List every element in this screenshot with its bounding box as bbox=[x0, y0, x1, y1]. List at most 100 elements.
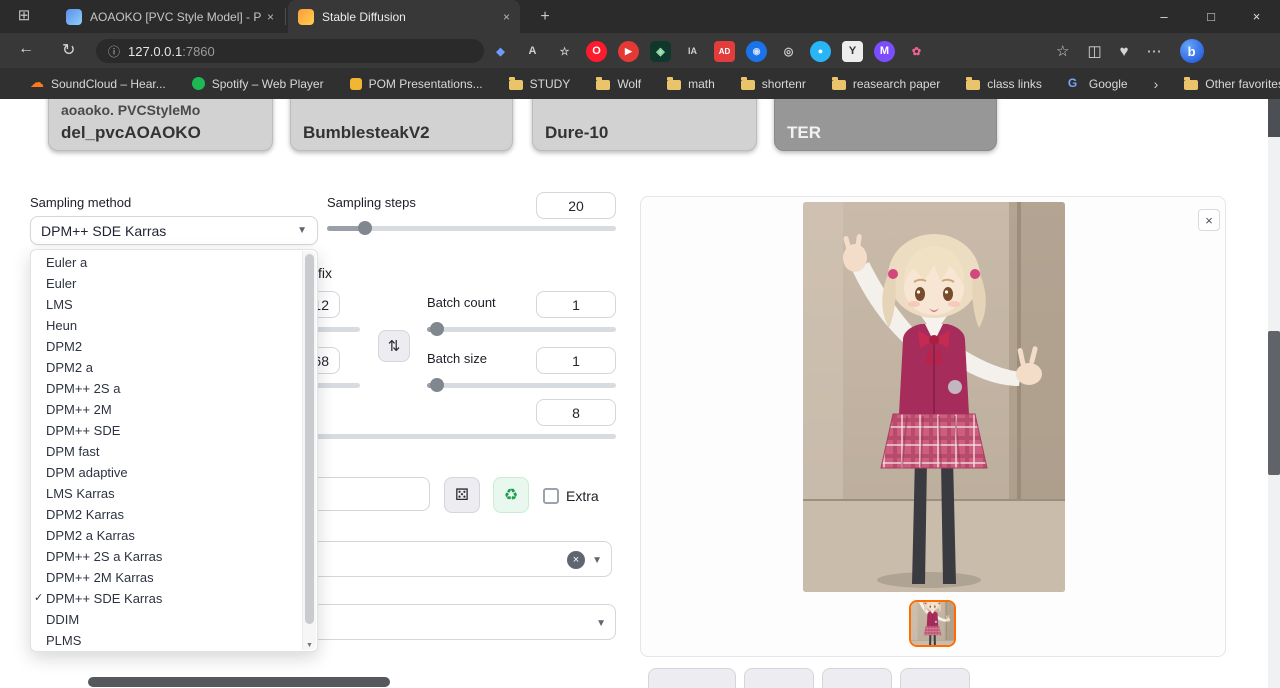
option-dpmpp-2s-a-karras[interactable]: DPM++ 2S a Karras bbox=[31, 546, 317, 567]
window-maximize-button[interactable]: □ bbox=[1188, 0, 1234, 33]
batch-count-slider[interactable] bbox=[427, 327, 616, 332]
dropdown-scrollbar[interactable]: ▼ bbox=[302, 251, 316, 650]
option-dpmpp-2m-karras[interactable]: DPM++ 2M Karras bbox=[31, 567, 317, 588]
gallery-action-button[interactable] bbox=[648, 668, 736, 688]
new-tab-button[interactable]: + bbox=[534, 6, 556, 28]
star-extension-icon[interactable]: ☆ bbox=[554, 41, 575, 62]
tab-close-icon[interactable]: × bbox=[503, 10, 510, 24]
option-dpm2-karras[interactable]: DPM2 Karras bbox=[31, 504, 317, 525]
browser-tab-stable-diffusion[interactable]: Stable Diffusion × bbox=[288, 0, 520, 33]
batch-size-input[interactable]: 1 bbox=[536, 347, 616, 374]
bookmark-folder-wolf[interactable]: Wolf bbox=[596, 77, 641, 91]
essentials-icon[interactable]: ♥ bbox=[1120, 43, 1129, 60]
gallery-thumbnail-selected[interactable] bbox=[909, 600, 956, 647]
bookmark-folder-class-links[interactable]: class links bbox=[966, 77, 1042, 91]
option-dpmpp-2s-a[interactable]: DPM++ 2S a bbox=[31, 378, 317, 399]
tab-switcher-icon[interactable]: ⊞ bbox=[14, 6, 34, 26]
pin-extension-icon[interactable]: ◎ bbox=[778, 41, 799, 62]
dark-extension-icon[interactable]: ◈ bbox=[650, 41, 671, 62]
extra-label[interactable]: Extra bbox=[566, 488, 599, 504]
refresh-button[interactable]: ↻ bbox=[62, 40, 75, 60]
option-dpmpp-sde-karras-selected[interactable]: ✓ DPM++ SDE Karras bbox=[31, 588, 317, 609]
option-dpmpp-2m[interactable]: DPM++ 2M bbox=[31, 399, 317, 420]
option-dpm-adaptive[interactable]: DPM adaptive bbox=[31, 462, 317, 483]
sampling-method-dropdown[interactable]: DPM++ SDE Karras ▼ bbox=[30, 216, 318, 245]
extra-seed-checkbox[interactable] bbox=[543, 488, 559, 504]
clear-styles-icon[interactable]: × bbox=[567, 551, 585, 569]
option-euler-a[interactable]: Euler a bbox=[31, 252, 317, 273]
m-extension-icon[interactable]: M bbox=[874, 41, 895, 62]
bookmark-google[interactable]: Google bbox=[1068, 77, 1128, 91]
play-extension-icon[interactable]: ▶ bbox=[618, 41, 639, 62]
model-card-dure-10[interactable]: Dure-10 bbox=[532, 99, 757, 151]
option-dpm2[interactable]: DPM2 bbox=[31, 336, 317, 357]
spotify-icon bbox=[192, 77, 205, 90]
batch-count-input[interactable]: 1 bbox=[536, 291, 616, 318]
option-plms[interactable]: PLMS bbox=[31, 630, 317, 651]
tag-extension-icon[interactable]: ◆ bbox=[490, 41, 511, 62]
gallery-action-button[interactable] bbox=[822, 668, 892, 688]
random-seed-button[interactable]: ⚄ bbox=[444, 477, 480, 513]
option-euler[interactable]: Euler bbox=[31, 273, 317, 294]
flower-extension-icon[interactable]: ✿ bbox=[906, 41, 927, 62]
cyan-extension-icon[interactable]: ● bbox=[810, 41, 831, 62]
bookmark-folder-study[interactable]: STUDY bbox=[509, 77, 571, 91]
a-extension-icon[interactable]: A bbox=[522, 41, 543, 62]
horizontal-scrollbar-thumb[interactable] bbox=[88, 677, 390, 687]
split-screen-icon[interactable]: ◫ bbox=[1087, 42, 1101, 60]
opera-extension-icon[interactable]: O bbox=[586, 41, 607, 62]
generated-image[interactable] bbox=[803, 202, 1065, 592]
slider-handle[interactable] bbox=[358, 221, 372, 235]
bookmark-folder-shortenr[interactable]: shortenr bbox=[741, 77, 806, 91]
option-lms-karras[interactable]: LMS Karras bbox=[31, 483, 317, 504]
bookmark-spotify[interactable]: Spotify – Web Player bbox=[192, 77, 324, 91]
option-dpm2-a-karras[interactable]: DPM2 a Karras bbox=[31, 525, 317, 546]
y-extension-icon[interactable]: Y bbox=[842, 41, 863, 62]
window-close-button[interactable]: × bbox=[1233, 0, 1280, 33]
slider-handle[interactable] bbox=[430, 322, 444, 336]
bookmarks-overflow-chevron[interactable]: › bbox=[1154, 76, 1159, 92]
scroll-down-arrow-icon[interactable]: ▼ bbox=[303, 642, 316, 649]
hires-fix-label[interactable]: fix bbox=[318, 265, 332, 281]
window-minimize-button[interactable]: – bbox=[1141, 0, 1187, 33]
slider-handle[interactable] bbox=[430, 378, 444, 392]
tab-close-icon[interactable]: × bbox=[267, 10, 274, 24]
option-heun[interactable]: Heun bbox=[31, 315, 317, 336]
blue-circle-extension-icon[interactable]: ◉ bbox=[746, 41, 767, 62]
sampling-steps-input[interactable]: 20 bbox=[536, 192, 616, 219]
profile-avatar[interactable]: b bbox=[1180, 39, 1204, 63]
reuse-seed-button[interactable]: ♻ bbox=[493, 477, 529, 513]
swap-dimensions-button[interactable]: ⇅ bbox=[378, 330, 410, 362]
address-bar[interactable]: ⓘ 127.0.0.1 :7860 bbox=[96, 39, 484, 63]
option-dpmpp-sde[interactable]: DPM++ SDE bbox=[31, 420, 317, 441]
browser-tab-aoaoko[interactable]: AOAOKO [PVC Style Model] - PV... × bbox=[56, 0, 284, 33]
model-card-ter[interactable]: TER bbox=[774, 99, 997, 151]
bookmark-soundcloud[interactable]: SoundCloud – Hear... bbox=[30, 77, 166, 91]
gallery-action-button[interactable] bbox=[900, 668, 970, 688]
favorites-icon[interactable]: ☆ bbox=[1056, 42, 1069, 60]
bookmark-folder-math[interactable]: math bbox=[667, 77, 715, 91]
vertical-scrollbar-thumb[interactable] bbox=[1268, 331, 1280, 475]
bookmark-folder-reasearch-paper[interactable]: reasearch paper bbox=[832, 77, 940, 91]
bookmark-pom[interactable]: POM Presentations... bbox=[350, 77, 483, 91]
batch-size-slider[interactable] bbox=[427, 383, 616, 388]
model-card-del-pvcaoaoko[interactable]: aoaoko. PVCStyleMo del_pvcAOAOKO bbox=[48, 99, 273, 151]
dropdown-scrollbar-thumb[interactable] bbox=[305, 254, 314, 624]
option-dpm2-a[interactable]: DPM2 a bbox=[31, 357, 317, 378]
other-favorites[interactable]: Other favorites bbox=[1184, 77, 1280, 91]
option-lms[interactable]: LMS bbox=[31, 294, 317, 315]
model-card-bumblesteakv2[interactable]: BumblesteakV2 bbox=[290, 99, 513, 151]
folder-icon bbox=[1184, 80, 1198, 90]
sampling-steps-slider[interactable] bbox=[327, 226, 616, 231]
option-ddim[interactable]: DDIM bbox=[31, 609, 317, 630]
gallery-close-button[interactable]: × bbox=[1198, 209, 1220, 231]
vertical-scrollbar[interactable] bbox=[1268, 99, 1280, 688]
cfg-scale-input[interactable]: 8 bbox=[536, 399, 616, 426]
adblock-extension-icon[interactable]: AD bbox=[714, 41, 735, 62]
back-button[interactable]: ← bbox=[18, 40, 34, 58]
settings-more-icon[interactable]: ⋯ bbox=[1147, 42, 1162, 60]
gallery-action-button[interactable] bbox=[744, 668, 814, 688]
site-info-icon[interactable]: ⓘ bbox=[108, 43, 120, 60]
ia-extension-icon[interactable]: IA bbox=[682, 41, 703, 62]
option-dpm-fast[interactable]: DPM fast bbox=[31, 441, 317, 462]
